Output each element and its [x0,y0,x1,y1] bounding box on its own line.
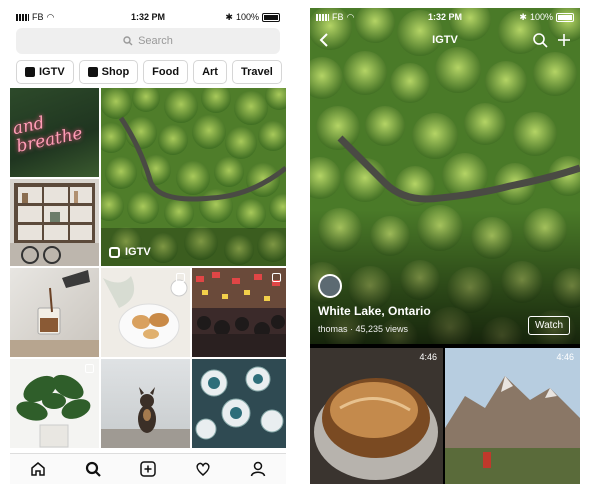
battery-icon [556,12,574,22]
bread-picture [310,348,443,484]
add-icon[interactable] [556,32,572,48]
coffee-picture [10,270,99,357]
add-icon[interactable] [139,460,157,478]
video-title: White Lake, Ontario [318,304,431,318]
shelves-picture [10,183,99,266]
shopping-bag-icon [87,67,98,77]
status-bar: FB ◠ 1:32 PM ✱ 100% [310,8,580,26]
hero-info: White Lake, Ontario thomas · 45,235 view… [310,268,580,344]
chip-travel[interactable]: Travel [231,60,282,84]
chip-igtv[interactable]: IGTV [16,60,74,84]
chip-label: Food [152,66,180,78]
shelves-tile[interactable] [10,179,99,266]
chip-label: Art [202,66,218,78]
avatar[interactable] [318,274,342,298]
category-chips: IGTV Shop Food Art Travel Ar [16,60,286,84]
battery-level: 100% [529,12,553,22]
dog-picture [101,387,190,448]
wifi-icon: ◠ [46,11,55,22]
chip-food[interactable]: Food [143,60,189,84]
search-icon [123,36,133,46]
bread-thumb[interactable]: 4:46 [310,348,443,484]
igtv-title: IGTV [432,34,458,46]
pastries-tile[interactable] [101,268,190,357]
chip-shop[interactable]: Shop [78,60,139,84]
chip-label: Travel [240,66,273,78]
signal-icon [16,13,29,21]
status-bar: FB ◠ 1:32 PM ✱ 100% [10,8,286,26]
teacups-tile[interactable] [192,359,286,448]
coffee-tile[interactable] [10,268,99,357]
search-icon[interactable] [84,460,102,478]
dog-tile[interactable] [101,359,190,448]
carrier: FB [332,12,344,22]
video-meta: thomas · 45,235 views [318,324,409,334]
explore-grid: and breathe IGTV [10,88,286,454]
plant-tile[interactable] [10,359,99,448]
home-icon[interactable] [29,460,47,478]
igtv-screen: FB ◠ 1:32 PM ✱ 100% IGTV White Lake, Ontar… [310,8,580,484]
search-bar[interactable]: Search [16,28,280,54]
search-placeholder: Search [138,35,173,47]
wifi-icon: ◠ [346,11,355,22]
neon-text: and breathe [10,113,85,157]
igtv-badge-label: IGTV [125,246,151,258]
igtv-icon [25,67,35,77]
chip-label: IGTV [39,66,65,78]
back-chevron-icon[interactable] [318,33,330,47]
igtv-icon [109,246,120,258]
video-duration: 4:46 [419,352,437,362]
mountain-thumb[interactable]: 4:46 [445,348,580,484]
signal-icon [316,13,329,21]
igtv-header: IGTV [310,26,580,54]
carrier: FB [32,12,44,22]
bottom-tab-bar [10,453,286,484]
battery-icon [262,12,280,22]
forest-picture [101,88,286,266]
bluetooth-icon: ✱ [519,11,527,22]
explore-screen: FB ◠ 1:32 PM ✱ 100% Search IGTV Shop Food … [10,8,286,484]
igtv-badge: IGTV [109,246,151,258]
heart-icon[interactable] [194,460,212,478]
neon-sign-tile[interactable]: and breathe [10,88,99,177]
forest-road-tile[interactable]: IGTV [101,88,286,266]
multiple-photos-icon [272,273,281,282]
teacups-picture [195,366,284,440]
bluetooth-icon: ✱ [225,11,233,22]
multiple-photos-icon [85,364,94,373]
video-duration: 4:46 [556,352,574,362]
battery-level: 100% [235,12,259,22]
mountain-picture [445,348,580,484]
multiple-photos-icon [176,273,185,282]
market-tile[interactable] [192,268,286,357]
search-icon[interactable] [532,32,548,48]
chip-art[interactable]: Art [193,60,227,84]
chip-label: Shop [101,66,130,78]
watch-button[interactable]: Watch [528,316,570,335]
profile-icon[interactable] [249,460,267,478]
